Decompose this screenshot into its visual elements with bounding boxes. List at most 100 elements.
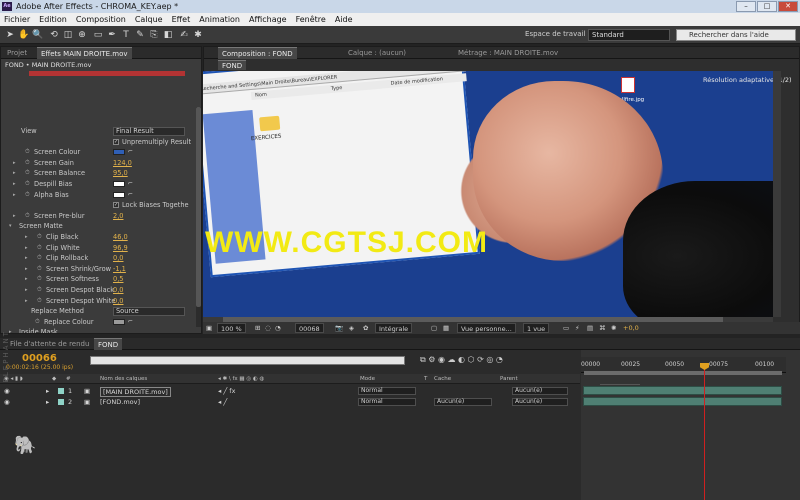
visibility-eye-icon[interactable]: ◉ <box>4 397 10 407</box>
effect-row-clip-black[interactable]: ▸ ⏱ Clip Black 46,0 <box>1 232 195 243</box>
effect-row-inside-mask[interactable]: ▸ Inside Mask <box>1 327 195 333</box>
flowchart-icon[interactable]: ⌘ <box>599 323 606 333</box>
eraser-tool-icon[interactable]: ◧ <box>162 29 174 41</box>
menu-item-edition[interactable]: Edition <box>39 13 67 26</box>
workspace-select[interactable]: Standard <box>588 29 670 41</box>
expand-triangle-icon[interactable]: ▸ <box>13 190 19 201</box>
expand-triangle-icon[interactable]: ▸ <box>13 168 19 179</box>
tab-project[interactable]: Projet <box>3 47 31 59</box>
effect-row-screen-balance[interactable]: ▸ ⏱ Screen Balance 95,0 <box>1 168 195 179</box>
layer-label-color[interactable] <box>58 399 64 405</box>
stopwatch-icon[interactable]: ⏱ <box>37 264 44 275</box>
effect-row-view[interactable]: View Final Result <box>1 126 195 137</box>
layer-cache-select[interactable]: Aucun(e) <box>434 398 492 406</box>
region-of-interest-icon[interactable]: ▢ <box>431 323 437 333</box>
timeline-switch-icons[interactable]: ⧉ ⚙ ◉ ☁ ◐ ⬡ ⟳ ◎ ◔ <box>420 355 503 365</box>
expand-triangle-icon[interactable]: ▸ <box>13 179 19 190</box>
stopwatch-icon[interactable]: ⏱ <box>25 158 32 169</box>
layer-label-color[interactable] <box>58 388 64 394</box>
effect-row-screen-pre-blur[interactable]: ▸ ⏱ Screen Pre-blur 2,0 <box>1 211 195 222</box>
layer-switches[interactable]: ◂ ╱ fx <box>218 386 235 396</box>
effect-row-screen-matte[interactable]: ▾ Screen Matte <box>1 221 195 232</box>
stopwatch-icon[interactable]: ⏱ <box>25 211 32 222</box>
menu-item-affichage[interactable]: Affichage <box>249 13 287 26</box>
eyedropper-icon[interactable]: ⌐ <box>128 181 140 187</box>
stopwatch-icon[interactable]: ⏱ <box>25 179 32 190</box>
help-search-input[interactable]: Rechercher dans l'aide <box>676 29 796 41</box>
camera-tool-icon[interactable]: ◫ <box>62 29 74 41</box>
menu-item-calque[interactable]: Calque <box>135 13 163 26</box>
effects-scrollbar[interactable] <box>196 107 201 327</box>
color-swatch[interactable] <box>113 181 125 187</box>
viewer-vertical-scrollbar[interactable] <box>773 71 781 317</box>
property-value-scrubber[interactable]: 2,0 <box>113 211 124 222</box>
eyedropper-icon[interactable]: ⌐ <box>128 191 140 198</box>
menu-item-fenetre[interactable]: Fenêtre <box>296 13 326 26</box>
selection-tool-icon[interactable]: ➤ <box>4 29 16 41</box>
tab-footage[interactable]: Métrage : MAIN DROITE.mov <box>454 47 562 59</box>
layer-parent-select[interactable]: Aucun(e) <box>512 387 568 395</box>
layer-name[interactable]: [FOND.mov] <box>100 397 140 407</box>
property-value-scrubber[interactable]: 0,0 <box>113 296 124 307</box>
always-preview-icon[interactable]: ▣ <box>206 323 212 333</box>
menu-item-effet[interactable]: Effet <box>172 13 191 26</box>
pen-tool-icon[interactable]: ✒ <box>106 29 118 41</box>
expand-triangle-icon[interactable]: ▸ <box>13 211 19 222</box>
menu-item-aide[interactable]: Aide <box>335 13 353 26</box>
fast-previews-icon[interactable]: ⚡ <box>575 323 580 333</box>
effect-row-screen-despot-black[interactable]: ▸ ⏱ Screen Despot Black 0,0 <box>1 285 195 296</box>
snapshot-icon[interactable]: 📷 <box>335 323 343 333</box>
menu-item-animation[interactable]: Animation <box>199 13 240 26</box>
effect-row-replace-colour[interactable]: ⏱ Replace Colour ⌐ <box>1 317 195 328</box>
layer-1-track[interactable] <box>583 386 782 395</box>
stopwatch-icon[interactable]: ⏱ <box>25 190 32 201</box>
composition-viewer[interactable]: Recherche and Settings\Main Droite\Burea… <box>203 71 773 317</box>
time-icon[interactable]: ◔ <box>275 323 281 333</box>
property-value-scrubber[interactable]: 95,0 <box>113 168 128 179</box>
property-dropdown[interactable]: Source <box>113 307 185 316</box>
mask-visibility-icon[interactable]: ◌ <box>265 323 271 333</box>
effect-row-clip-rollback[interactable]: ▸ ⏱ Clip Rollback 0,0 <box>1 253 195 264</box>
layer-name[interactable]: [MAIN DROITE.mov] <box>100 387 171 397</box>
close-button[interactable]: ✕ <box>778 1 798 12</box>
expand-triangle-icon[interactable]: ▸ <box>25 296 31 307</box>
toggle-pixel-aspect-icon[interactable]: ▭ <box>563 323 569 333</box>
property-value-scrubber[interactable]: 124,0 <box>113 158 132 169</box>
minimize-button[interactable]: – <box>736 1 756 12</box>
transparency-grid-icon[interactable]: ▦ <box>443 323 449 333</box>
effect-row-screen-shrink-grow[interactable]: ▸ ⏱ Screen Shrink/Grow -1,1 <box>1 264 195 275</box>
layer-parent-select[interactable]: Aucun(e) <box>512 398 568 406</box>
color-swatch[interactable] <box>113 318 125 325</box>
expand-triangle-icon[interactable]: ▸ <box>25 243 31 254</box>
expand-triangle-icon[interactable]: ▸ <box>46 397 49 407</box>
rectangle-tool-icon[interactable]: ▭ <box>92 29 104 41</box>
work-area-bar[interactable] <box>584 371 782 375</box>
layer-mode-select[interactable]: Normal <box>358 387 416 395</box>
stopwatch-icon[interactable]: ⏱ <box>37 296 44 307</box>
effect-row-replace-method[interactable]: Replace Method Source <box>1 306 195 317</box>
hand-tool-icon[interactable]: ✋ <box>18 29 30 41</box>
effect-row-alpha-bias[interactable]: ▸ ⏱ Alpha Bias ⌐ <box>1 190 195 201</box>
layer-row-2[interactable]: ◉ ▸ 2 ▣ [FOND.mov] ◂ ╱ Normal Aucun(e) A… <box>0 397 580 407</box>
expand-triangle-icon[interactable]: ▸ <box>25 264 31 275</box>
exposure-icon[interactable]: ✺ <box>611 323 616 333</box>
layer-2-track[interactable] <box>583 397 782 406</box>
color-swatch[interactable] <box>113 191 125 198</box>
effect-row-screen-gain[interactable]: ▸ ⏱ Screen Gain 124,0 <box>1 158 195 169</box>
tab-composition[interactable]: Composition : FOND <box>218 47 297 59</box>
effect-row-clip-white[interactable]: ▸ ⏱ Clip White 96,9 <box>1 243 195 254</box>
rotate-tool-icon[interactable]: ⟲ <box>48 29 60 41</box>
property-value-scrubber[interactable]: -1,1 <box>113 264 126 275</box>
roto-brush-tool-icon[interactable]: ✍ <box>178 29 190 41</box>
stopwatch-icon[interactable]: ⏱ <box>37 274 44 285</box>
effect-row-option-1[interactable]: ✓ Unpremultiply Result <box>1 137 195 148</box>
exposure-value[interactable]: +0,0 <box>623 323 639 333</box>
color-swatch[interactable] <box>113 149 125 156</box>
resolution-select[interactable]: Intégrale <box>375 323 413 333</box>
view-layout-select[interactable]: 1 vue <box>523 323 550 333</box>
tab-effect-controls[interactable]: Effets MAIN DROITE.mov <box>37 47 132 59</box>
property-value-scrubber[interactable]: 0,0 <box>113 285 124 296</box>
eyedropper-icon[interactable]: ⌐ <box>128 318 140 325</box>
stopwatch-icon[interactable]: ⏱ <box>37 232 44 243</box>
expand-triangle-icon[interactable]: ▸ <box>25 285 31 296</box>
